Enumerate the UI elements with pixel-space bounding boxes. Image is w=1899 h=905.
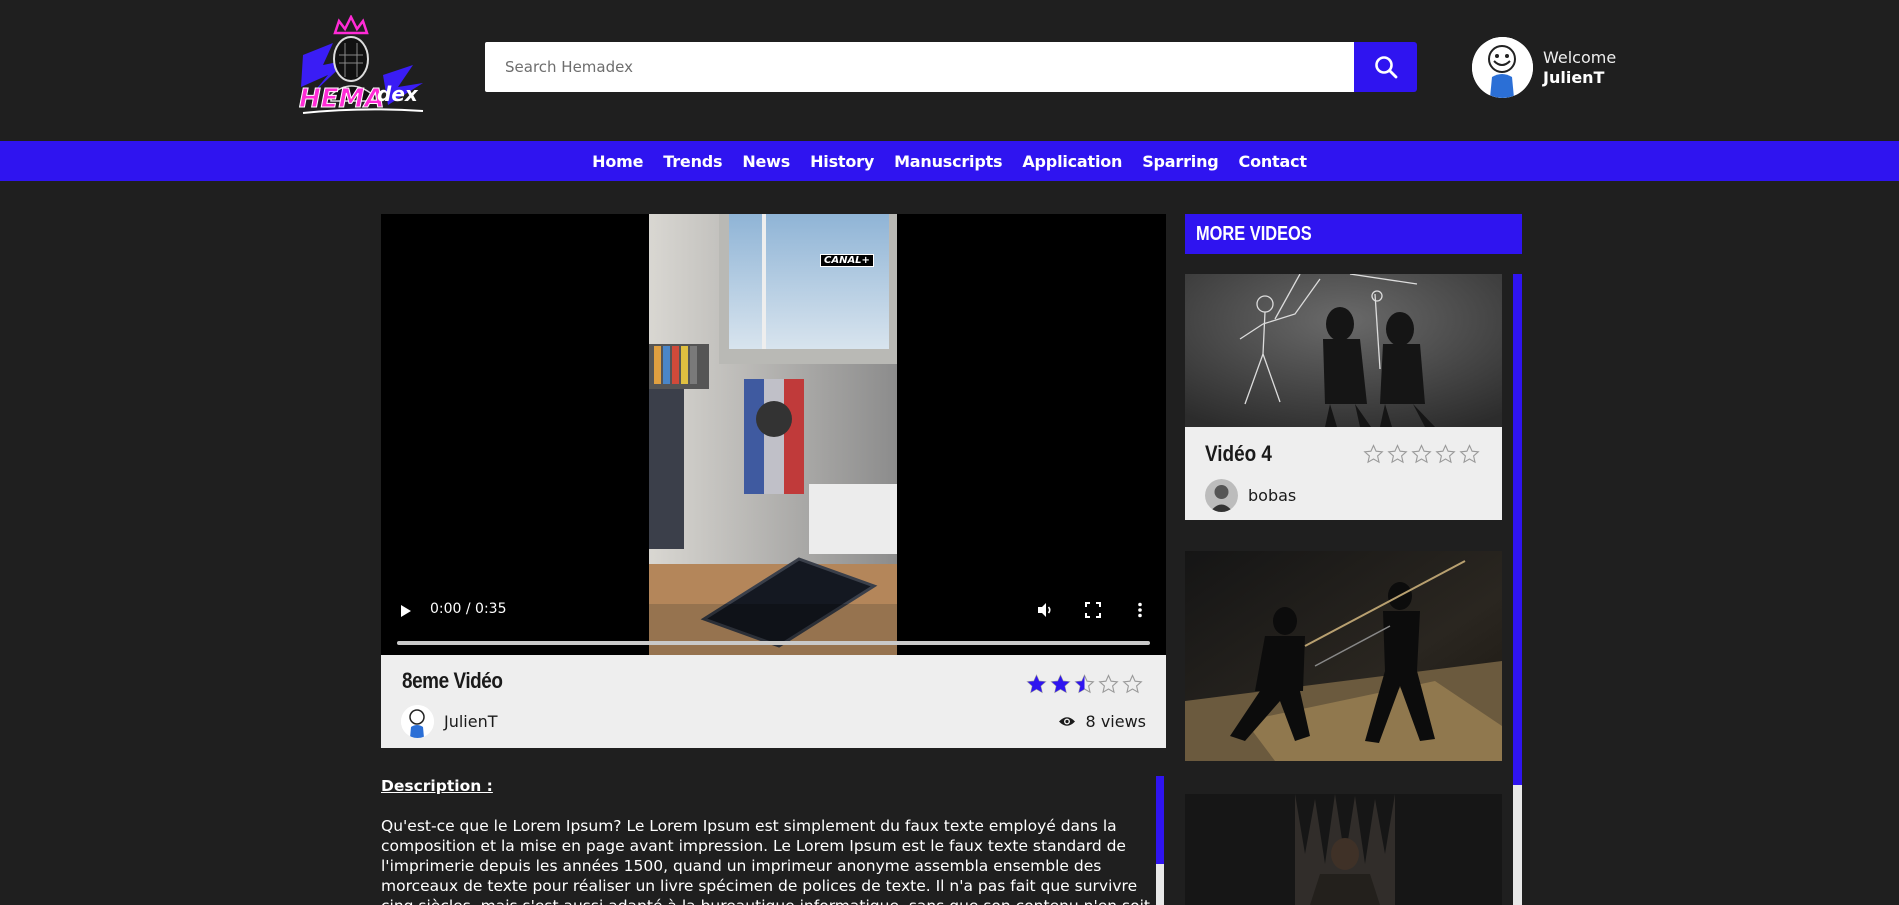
mute-button[interactable] bbox=[1036, 601, 1054, 623]
user-profile[interactable]: Welcome JulienT bbox=[1472, 37, 1616, 98]
video-card-info: Vidéo 4 bobas bbox=[1185, 427, 1502, 520]
more-videos-heading: More videos bbox=[1185, 214, 1522, 254]
sidebar-scrollbar[interactable] bbox=[1513, 274, 1522, 905]
star-icon[interactable] bbox=[1363, 444, 1384, 468]
video-player[interactable]: CANAL+ 0:00 / 0:35 bbox=[381, 214, 1166, 655]
volume-icon bbox=[1038, 603, 1051, 617]
star-icon[interactable] bbox=[1074, 674, 1095, 698]
nav-sparring[interactable]: Sparring bbox=[1142, 152, 1218, 171]
search-input[interactable] bbox=[485, 42, 1354, 92]
views-text: 8 views bbox=[1085, 712, 1146, 731]
nav-contact[interactable]: Contact bbox=[1239, 152, 1308, 171]
description-scroll-thumb[interactable] bbox=[1156, 776, 1164, 864]
description-label: Description : bbox=[381, 777, 493, 795]
main-nav: Home Trends News History Manuscripts App… bbox=[0, 141, 1899, 181]
author-avatar[interactable] bbox=[401, 705, 434, 738]
video-card-author[interactable]: bobas bbox=[1205, 479, 1296, 512]
nav-manuscripts[interactable]: Manuscripts bbox=[894, 152, 1003, 171]
video-description: Description : Qu'est-ce que le Lorem Ips… bbox=[381, 776, 1151, 905]
site-header: HEMA dex Welcome JulienT bbox=[0, 0, 1899, 141]
star-icon[interactable] bbox=[1050, 674, 1071, 698]
sidebar-scroll-thumb[interactable] bbox=[1513, 274, 1522, 785]
fullscreen-button[interactable] bbox=[1085, 602, 1101, 622]
eye-icon bbox=[1058, 717, 1075, 726]
player-controls: 0:00 / 0:35 bbox=[381, 585, 1166, 655]
time-display: 0:00 / 0:35 bbox=[430, 601, 507, 617]
video-info-card: 8eme Vidéo JulienT 8 views bbox=[381, 655, 1166, 748]
username: JulienT bbox=[1543, 67, 1605, 87]
video-card[interactable]: Vidéo 4 bobas bbox=[1185, 274, 1502, 520]
channel-logo: CANAL+ bbox=[820, 254, 874, 267]
more-options-button[interactable] bbox=[1137, 602, 1143, 622]
video-thumbnail[interactable] bbox=[1185, 274, 1502, 427]
star-icon[interactable] bbox=[1387, 444, 1408, 468]
nav-history[interactable]: History bbox=[810, 152, 874, 171]
video-thumbnail[interactable] bbox=[1185, 794, 1502, 905]
play-button[interactable] bbox=[399, 603, 413, 622]
nav-news[interactable]: News bbox=[742, 152, 790, 171]
progress-bar[interactable] bbox=[397, 641, 1150, 645]
view-count: 8 views bbox=[1058, 712, 1146, 731]
video-thumbnail[interactable] bbox=[1185, 551, 1502, 761]
star-icon[interactable] bbox=[1026, 674, 1047, 698]
rating-stars[interactable] bbox=[1026, 674, 1146, 698]
nav-home[interactable]: Home bbox=[592, 152, 643, 171]
video-title: 8eme Vidéo bbox=[402, 668, 503, 693]
star-icon[interactable] bbox=[1435, 444, 1456, 468]
nav-trends[interactable]: Trends bbox=[663, 152, 722, 171]
star-icon[interactable] bbox=[1122, 674, 1143, 698]
hemadex-logo[interactable]: HEMA dex bbox=[293, 14, 431, 121]
description-scrollbar[interactable] bbox=[1156, 776, 1164, 905]
svg-text:dex: dex bbox=[377, 82, 419, 106]
welcome-text: Welcome bbox=[1543, 47, 1617, 67]
more-videos-title: More videos bbox=[1196, 222, 1312, 245]
video-author[interactable]: JulienT bbox=[401, 705, 498, 738]
star-icon[interactable] bbox=[1411, 444, 1432, 468]
author-name: JulienT bbox=[444, 712, 498, 731]
search-bar bbox=[485, 42, 1417, 92]
nav-application[interactable]: Application bbox=[1022, 152, 1122, 171]
video-card-rating[interactable] bbox=[1363, 444, 1483, 468]
video-card[interactable] bbox=[1185, 551, 1502, 761]
more-vertical-icon bbox=[1138, 602, 1142, 618]
search-button[interactable] bbox=[1354, 42, 1417, 92]
video-card-title: Vidéo 4 bbox=[1205, 441, 1272, 466]
description-text: Qu'est-ce que le Lorem Ipsum? Le Lorem I… bbox=[381, 817, 1150, 905]
search-icon bbox=[1374, 56, 1397, 79]
play-icon bbox=[401, 605, 411, 617]
star-icon[interactable] bbox=[1459, 444, 1480, 468]
fullscreen-icon bbox=[1085, 602, 1101, 618]
author-avatar[interactable] bbox=[1205, 479, 1238, 512]
video-card[interactable] bbox=[1185, 794, 1502, 905]
video-card-author-name: bobas bbox=[1248, 486, 1297, 505]
star-icon[interactable] bbox=[1098, 674, 1119, 698]
avatar[interactable] bbox=[1472, 37, 1533, 98]
